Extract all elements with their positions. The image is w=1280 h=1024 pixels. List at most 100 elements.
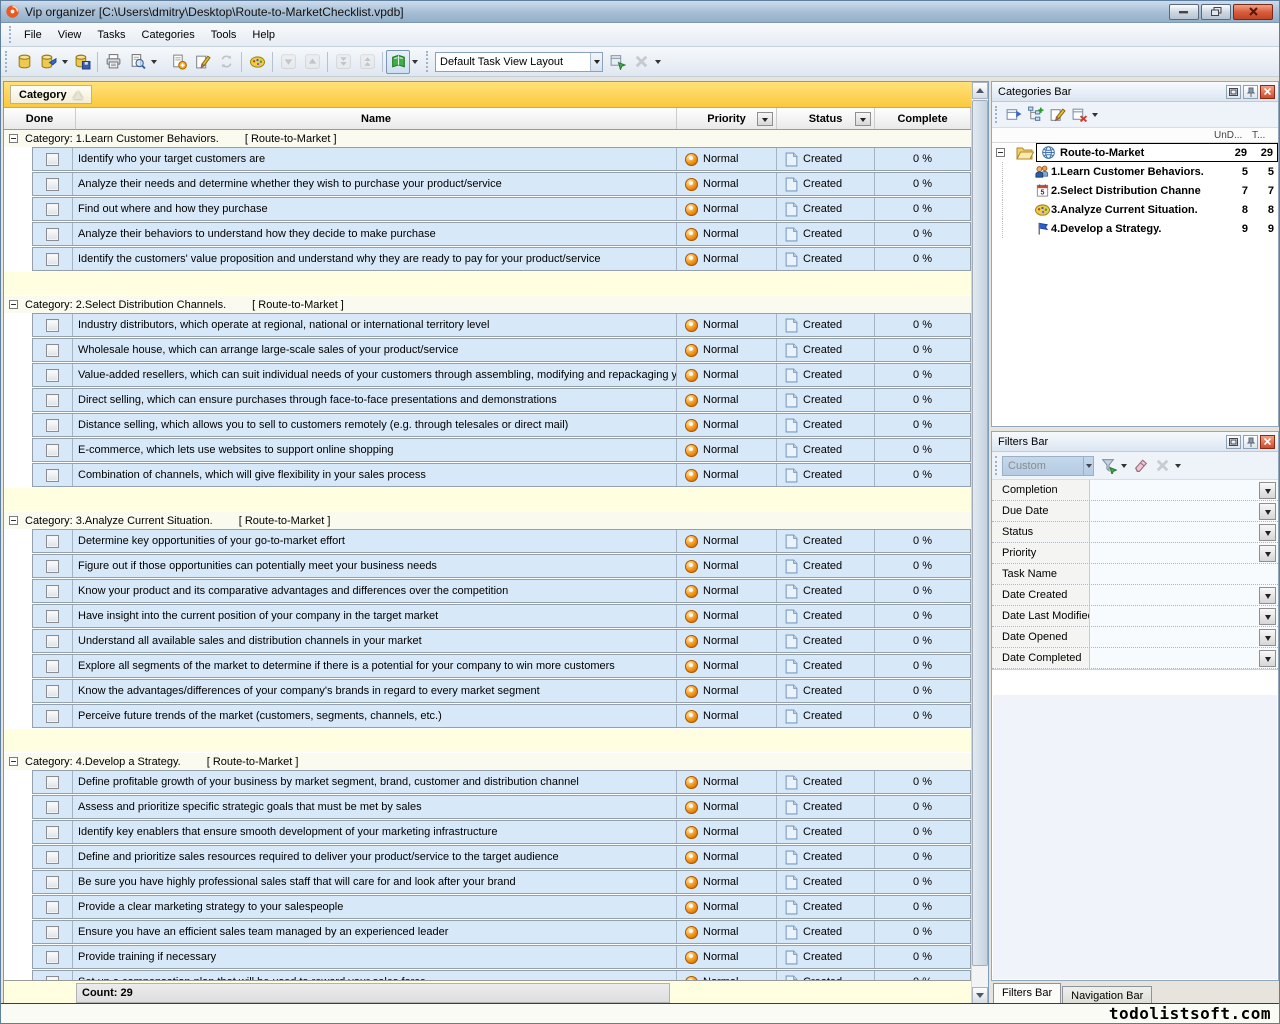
chevron-down-icon[interactable] [410,50,420,74]
eraser-button[interactable] [1129,455,1151,477]
complete-cell[interactable]: 0 % [874,580,970,602]
task-name-cell[interactable]: Analyze their needs and determine whethe… [73,173,676,195]
task-name-cell[interactable]: Know your product and its comparative ad… [73,580,676,602]
done-checkbox[interactable] [46,253,59,266]
done-checkbox[interactable] [46,660,59,673]
task-name-cell[interactable]: Analyze their behaviors to understand ho… [73,223,676,245]
task-row[interactable]: Set up a compensation plan that will be … [32,970,971,980]
menu-tasks[interactable]: Tasks [89,26,133,44]
category-group-header[interactable]: Category: 4.Develop a Strategy.[ Route-t… [4,753,971,770]
tree-category-row[interactable]: 52.Select Distribution Channe77 [1002,181,1278,200]
status-cell[interactable]: Created [776,771,874,793]
collapse-icon[interactable] [9,757,18,766]
complete-cell[interactable]: 0 % [874,148,970,170]
task-row[interactable]: Have insight into the current position o… [32,604,971,628]
status-cell[interactable]: Created [776,439,874,461]
priority-cell[interactable]: Normal [676,248,776,270]
chevron-down-icon[interactable] [1090,103,1100,127]
tree-column-undone[interactable]: UnD... [1214,130,1252,141]
done-checkbox[interactable] [46,585,59,598]
priority-cell[interactable]: Normal [676,705,776,727]
task-name-cell[interactable]: Direct selling, which can ensure purchas… [73,389,676,411]
task-name-cell[interactable]: Provide training if necessary [73,946,676,968]
priority-cell[interactable]: Normal [676,605,776,627]
task-name-cell[interactable]: Find out where and how they purchase [73,198,676,220]
done-checkbox[interactable] [46,178,59,191]
layout-combobox[interactable]: Default Task View Layout [435,52,603,72]
task-name-cell[interactable]: E-commerce, which lets use websites to s… [73,439,676,461]
priority-cell[interactable]: Normal [676,846,776,868]
priority-cell[interactable]: Normal [676,339,776,361]
new-database-button[interactable] [12,50,36,74]
status-cell[interactable]: Created [776,705,874,727]
task-name-cell[interactable]: Distance selling, which allows you to se… [73,414,676,436]
status-cell[interactable]: Created [776,389,874,411]
status-cell[interactable]: Created [776,555,874,577]
priority-cell[interactable]: Normal [676,580,776,602]
complete-cell[interactable]: 0 % [874,896,970,918]
task-row[interactable]: Understand all available sales and distr… [32,629,971,653]
task-row[interactable]: Define profitable growth of your busines… [32,770,971,794]
task-row[interactable]: Know your product and its comparative ad… [32,579,971,603]
task-row[interactable]: Explore all segments of the market to de… [32,654,971,678]
done-checkbox[interactable] [46,951,59,964]
minimize-button[interactable] [1169,4,1199,20]
complete-cell[interactable]: 0 % [874,771,970,793]
status-cell[interactable]: Created [776,530,874,552]
panel-close-icon[interactable] [1260,435,1275,449]
column-header-name[interactable]: Name [76,108,677,129]
done-checkbox[interactable] [46,826,59,839]
title-bar[interactable]: Vip organizer [C:\Users\dmitry\Desktop\R… [1,1,1279,23]
filter-dropdown-button[interactable] [1259,608,1276,625]
task-name-cell[interactable]: Set up a compensation plan that will be … [73,971,676,980]
task-name-cell[interactable]: Perceive future trends of the market (cu… [73,705,676,727]
complete-cell[interactable]: 0 % [874,946,970,968]
priority-cell[interactable]: Normal [676,364,776,386]
done-checkbox[interactable] [46,610,59,623]
status-cell[interactable]: Created [776,796,874,818]
status-cell[interactable]: Created [776,173,874,195]
complete-cell[interactable]: 0 % [874,605,970,627]
done-checkbox[interactable] [46,319,59,332]
scroll-up-button[interactable] [972,82,988,99]
scrollbar-thumb[interactable] [972,100,988,966]
status-cell[interactable]: Created [776,339,874,361]
delete-category-button[interactable] [1068,104,1090,126]
done-checkbox[interactable] [46,444,59,457]
column-header-status[interactable]: Status [777,108,875,129]
task-row[interactable]: Value-added resellers, which can suit in… [32,363,971,387]
priority-cell[interactable]: Normal [676,630,776,652]
priority-cell[interactable]: Normal [676,555,776,577]
task-name-cell[interactable]: Combination of channels, which will give… [73,464,676,486]
complete-cell[interactable]: 0 % [874,555,970,577]
priority-filter-dropdown[interactable] [757,112,773,126]
done-checkbox[interactable] [46,469,59,482]
chevron-down-icon[interactable] [1083,457,1093,475]
status-cell[interactable]: Created [776,846,874,868]
priority-cell[interactable]: Normal [676,680,776,702]
done-checkbox[interactable] [46,635,59,648]
tab-filters-bar[interactable]: Filters Bar [993,983,1061,1005]
task-row[interactable]: Find out where and how they purchaseNorm… [32,197,971,221]
done-checkbox[interactable] [46,876,59,889]
priority-cell[interactable]: Normal [676,530,776,552]
status-cell[interactable]: Created [776,248,874,270]
status-cell[interactable]: Created [776,630,874,652]
task-row[interactable]: Ensure you have an efficient sales team … [32,920,971,944]
priority-cell[interactable]: Normal [676,314,776,336]
collapse-icon[interactable] [9,300,18,309]
filter-dropdown-button[interactable] [1259,545,1276,562]
status-cell[interactable]: Created [776,314,874,336]
status-cell[interactable]: Created [776,223,874,245]
priority-cell[interactable]: Normal [676,148,776,170]
category-group-header[interactable]: Category: 1.Learn Customer Behaviors.[ R… [4,130,971,147]
chevron-down-icon[interactable] [60,50,70,74]
priority-cell[interactable]: Normal [676,414,776,436]
done-checkbox[interactable] [46,369,59,382]
priority-cell[interactable]: Normal [676,223,776,245]
priority-cell[interactable]: Normal [676,796,776,818]
task-name-cell[interactable]: Identify key enablers that ensure smooth… [73,821,676,843]
task-name-cell[interactable]: Define and prioritize sales resources re… [73,846,676,868]
save-database-button[interactable] [70,50,94,74]
group-by-category-button[interactable]: Category [10,85,92,104]
